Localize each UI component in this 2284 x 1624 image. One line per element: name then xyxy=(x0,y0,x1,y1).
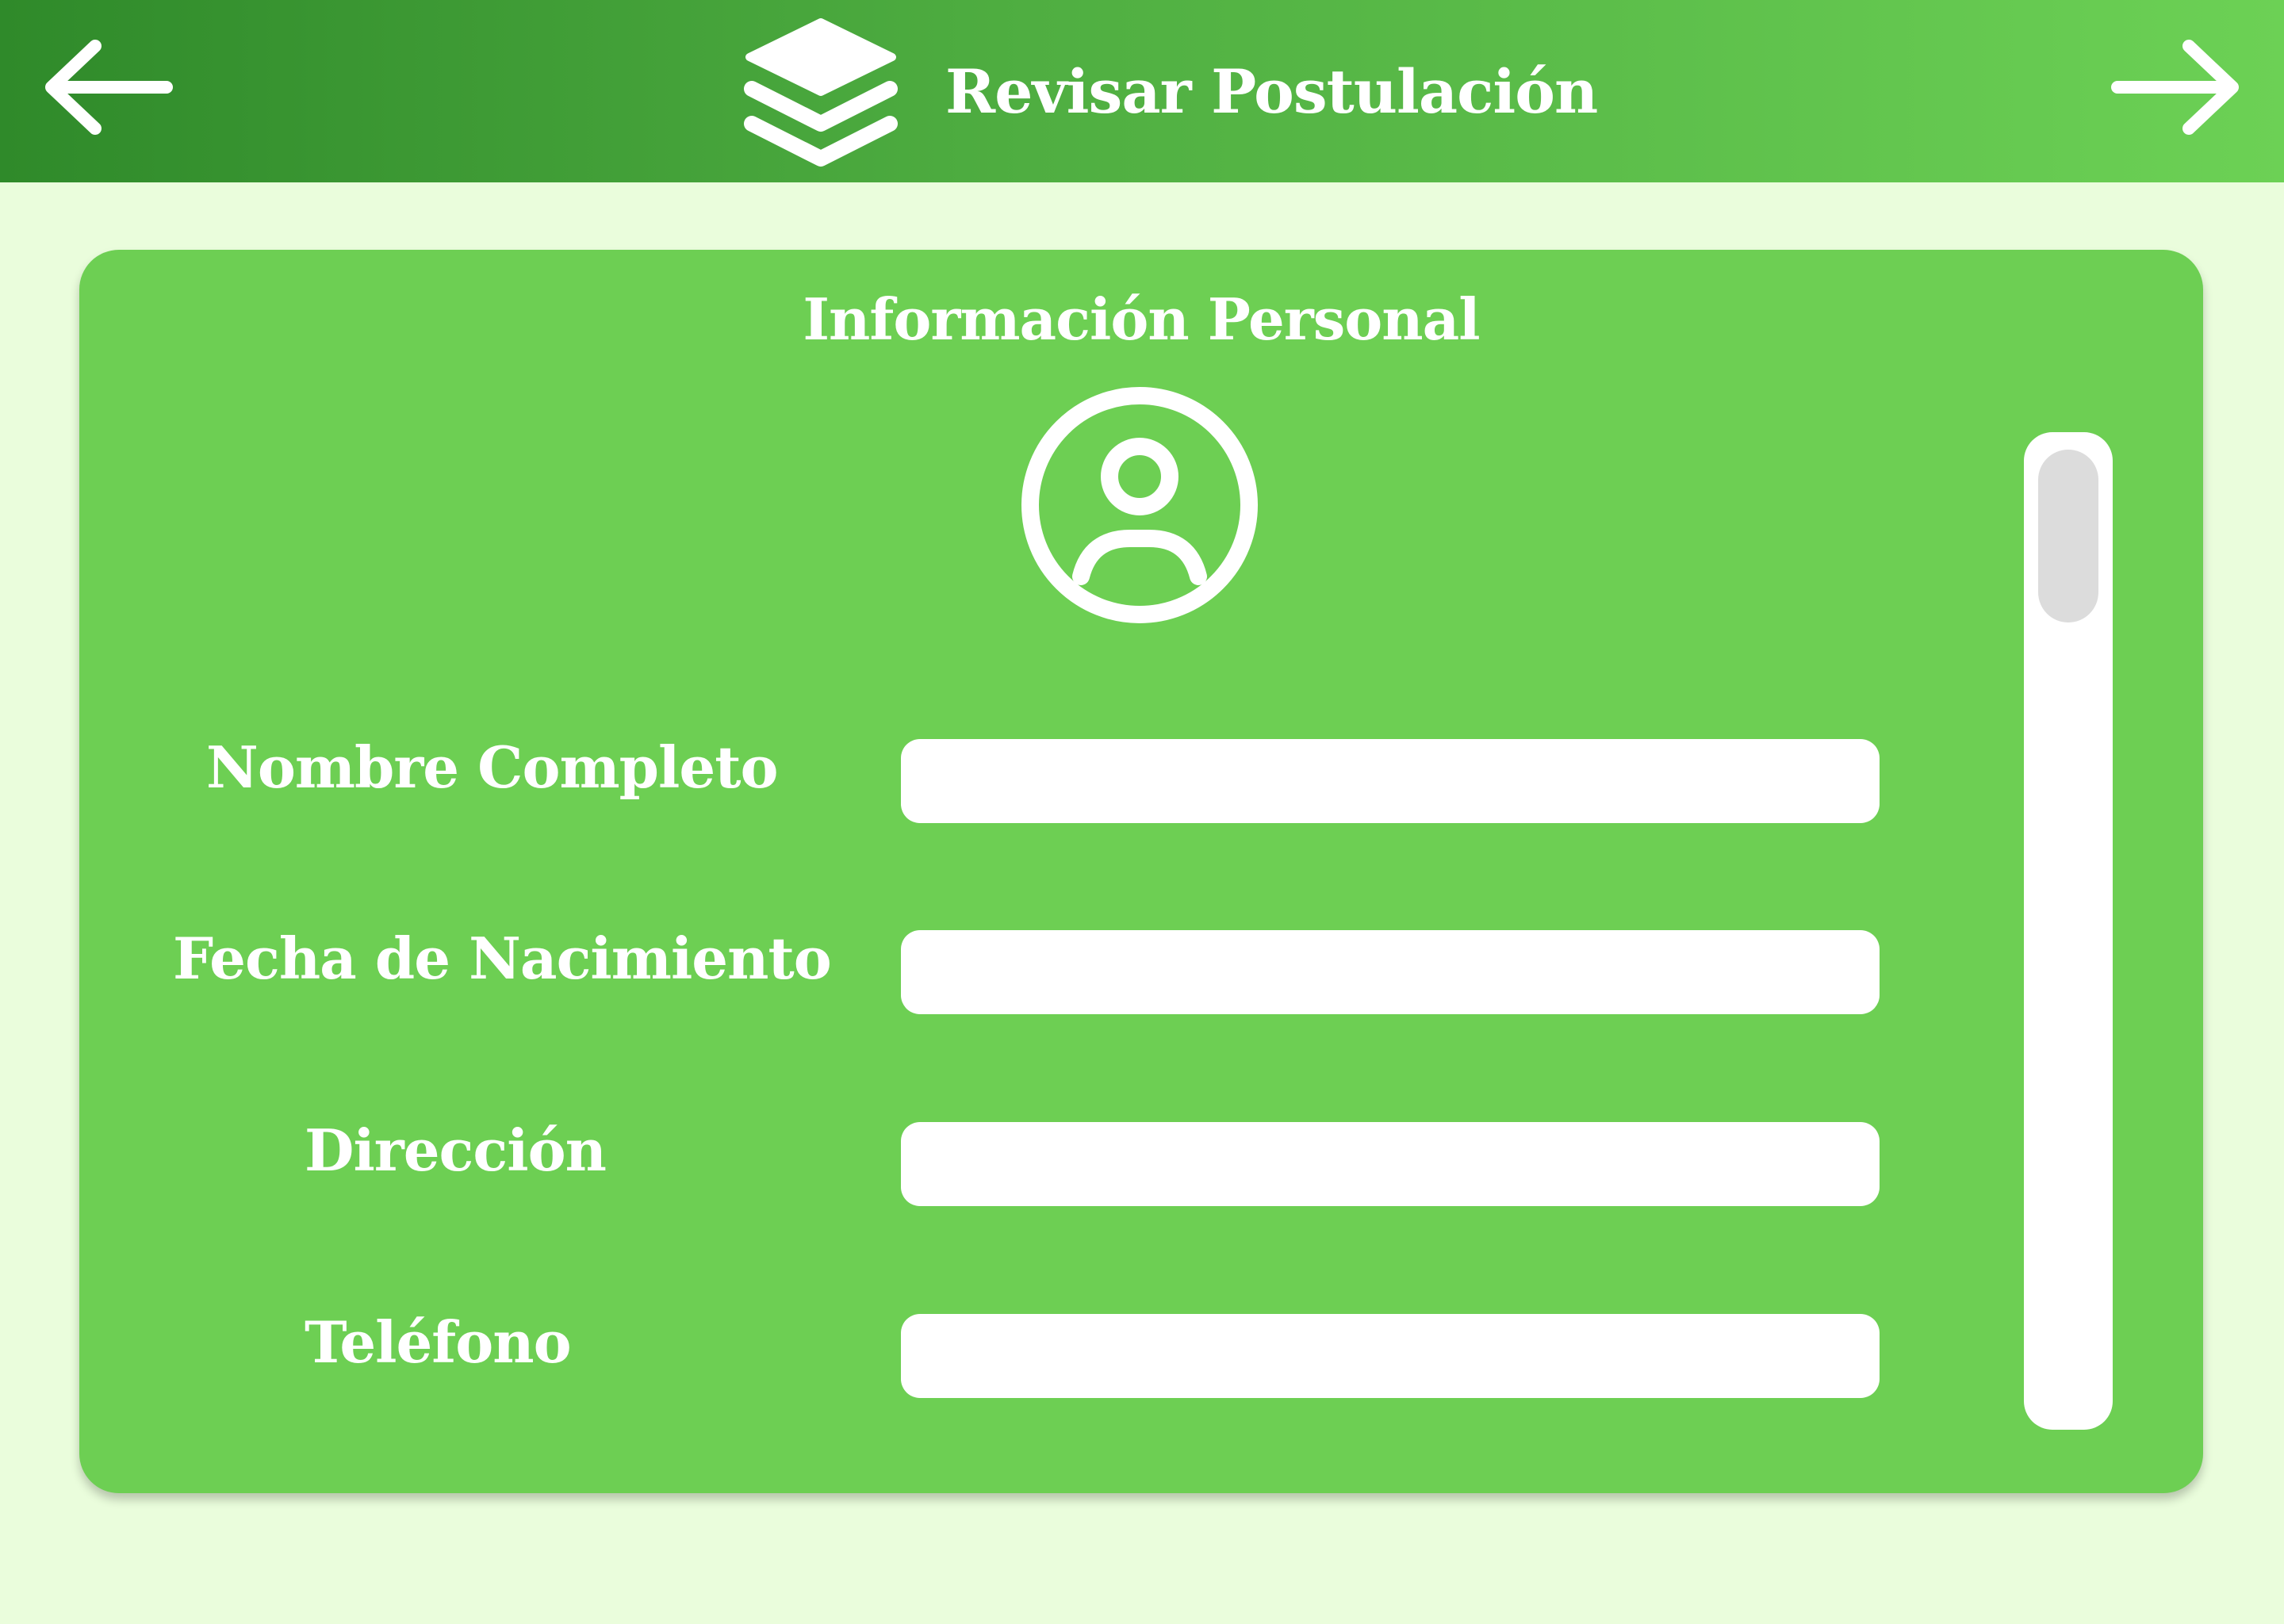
app-header: Revisar Postulación xyxy=(0,0,2284,182)
personal-info-card: Información Personal Nombre Completo Fec… xyxy=(79,250,2203,1493)
scrollbar-track[interactable] xyxy=(2024,432,2113,1430)
page-title: Revisar Postulación xyxy=(945,56,1598,127)
back-button[interactable] xyxy=(32,32,182,151)
layers-icon xyxy=(738,8,904,174)
section-title: Información Personal xyxy=(803,285,1480,353)
user-circle-icon xyxy=(1019,385,1260,626)
forward-button[interactable] xyxy=(2102,32,2252,151)
scrollbar-thumb[interactable] xyxy=(2038,450,2098,622)
birth-date-label: Fecha de Nacimiento xyxy=(173,925,832,992)
address-input[interactable] xyxy=(901,1122,1880,1206)
full-name-label: Nombre Completo xyxy=(206,733,778,801)
phone-input[interactable] xyxy=(901,1314,1880,1398)
full-name-input[interactable] xyxy=(901,739,1880,823)
arrow-right-icon xyxy=(2111,40,2239,135)
header-title-group: Revisar Postulación xyxy=(738,0,1598,182)
arrow-left-icon xyxy=(45,40,173,135)
birth-date-input[interactable] xyxy=(901,930,1880,1014)
